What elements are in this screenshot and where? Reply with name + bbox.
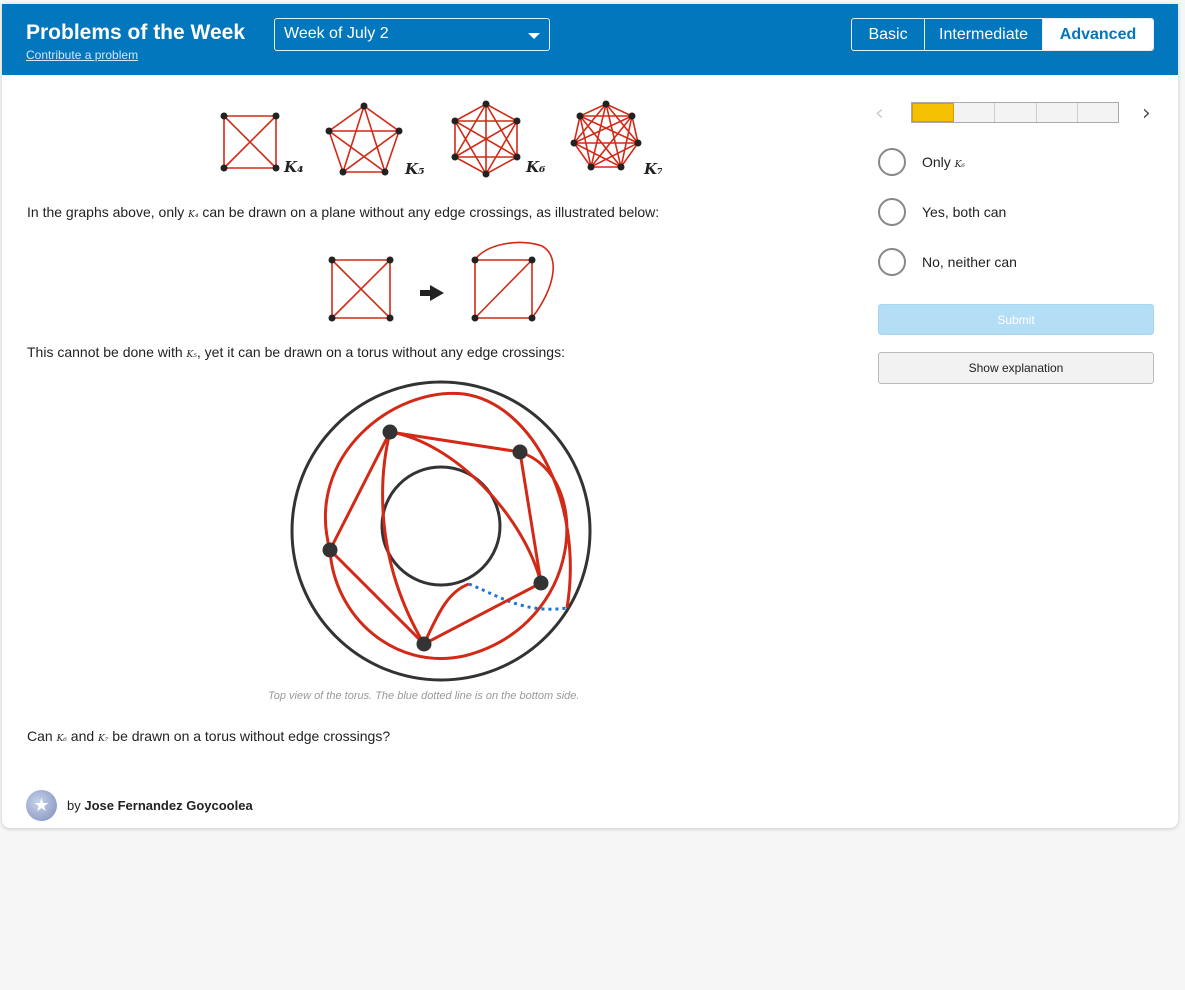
chevron-left-icon[interactable]: ‹ (875, 101, 884, 126)
problem-card: Problems of the Week Contribute a proble… (2, 4, 1178, 828)
torus-caption: Top view of the torus. The blue dotted l… (268, 690, 580, 702)
level-selector: Basic Intermediate Advanced (851, 18, 1154, 51)
author-by: by Jose Fernandez Goycoolea (67, 798, 253, 813)
question-text: Can K₆ and K₇ be drawn on a torus withou… (27, 728, 391, 744)
page-title: Problems of the Week (26, 21, 246, 44)
complete-graphs-figure: K₄ K₅ K₆ K₇ (220, 100, 662, 178)
progress-segment (1078, 103, 1118, 122)
avatar-icon: ★ (26, 790, 57, 821)
paragraph-torus: This cannot be done with K₅, yet it can … (27, 344, 565, 360)
radio-button[interactable] (878, 248, 906, 276)
level-basic-button[interactable]: Basic (852, 19, 925, 50)
radio-button[interactable] (878, 148, 906, 176)
author-credit: ★ by Jose Fernandez Goycoolea (26, 790, 253, 821)
contribute-link[interactable]: Contribute a problem (26, 48, 138, 62)
answer-option-neither[interactable]: No, neither can (878, 248, 1017, 276)
progress-segment (912, 103, 955, 122)
answer-label: No, neither can (922, 254, 1017, 270)
progress-segment (1037, 103, 1078, 122)
week-select[interactable]: Week of July 2 (274, 18, 550, 51)
header-bar: Problems of the Week Contribute a proble… (2, 4, 1178, 75)
answer-option-both[interactable]: Yes, both can (878, 198, 1006, 226)
radio-button[interactable] (878, 198, 906, 226)
arrow-right-icon (420, 285, 444, 301)
submit-button[interactable]: Submit (878, 304, 1154, 335)
show-explanation-button[interactable]: Show explanation (878, 352, 1154, 384)
torus-figure (290, 380, 592, 682)
level-advanced-button[interactable]: Advanced (1043, 19, 1153, 50)
label-k7: K₇ (643, 160, 662, 178)
author-name: Jose Fernandez Goycoolea (84, 798, 253, 813)
answer-label: Yes, both can (922, 204, 1007, 220)
answer-label: Only K₆ (922, 154, 966, 170)
planar-illustration (328, 241, 554, 322)
paragraph-planar: In the graphs above, only K₄ can be draw… (27, 204, 660, 220)
chevron-right-icon[interactable]: › (1142, 101, 1151, 126)
progress-segment (995, 103, 1037, 122)
caret-down-icon (528, 33, 540, 39)
label-k6: K₆ (525, 158, 546, 176)
answer-option-only-k6[interactable]: Only K₆ (878, 148, 965, 176)
week-select-value: Week of July 2 (284, 25, 389, 42)
level-intermediate-button[interactable]: Intermediate (925, 19, 1043, 50)
label-k4: K₄ (283, 158, 304, 176)
progress-segment (954, 103, 996, 122)
label-k5: K₅ (404, 160, 425, 178)
progress-bar (911, 102, 1119, 123)
